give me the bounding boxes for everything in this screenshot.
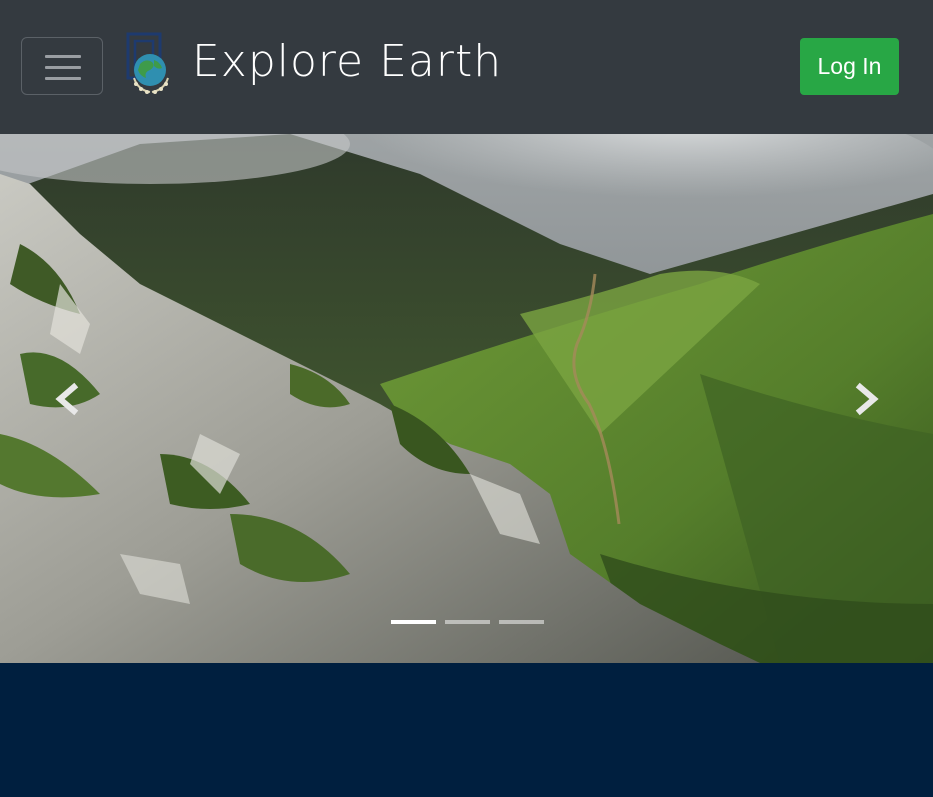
chevron-left-icon[interactable] — [48, 379, 88, 419]
carousel-indicator-1[interactable] — [391, 620, 436, 624]
menu-toggle-button[interactable] — [21, 37, 103, 95]
login-button[interactable]: Log In — [800, 38, 899, 95]
hamburger-menu-icon — [45, 55, 81, 58]
mountain-landscape-photo — [0, 134, 933, 663]
brand-title: Explore Earth — [192, 35, 503, 87]
carousel-indicator-3[interactable] — [499, 620, 544, 624]
hero-carousel — [0, 134, 933, 663]
footer-band — [0, 663, 933, 797]
globe-laurel-logo-icon — [126, 32, 169, 94]
chevron-right-icon[interactable] — [846, 379, 886, 419]
carousel-indicator-2[interactable] — [445, 620, 490, 624]
brand-link[interactable]: Explore Earth — [124, 30, 502, 102]
carousel-indicators — [391, 620, 544, 624]
navbar: Explore Earth Log In — [0, 0, 933, 134]
